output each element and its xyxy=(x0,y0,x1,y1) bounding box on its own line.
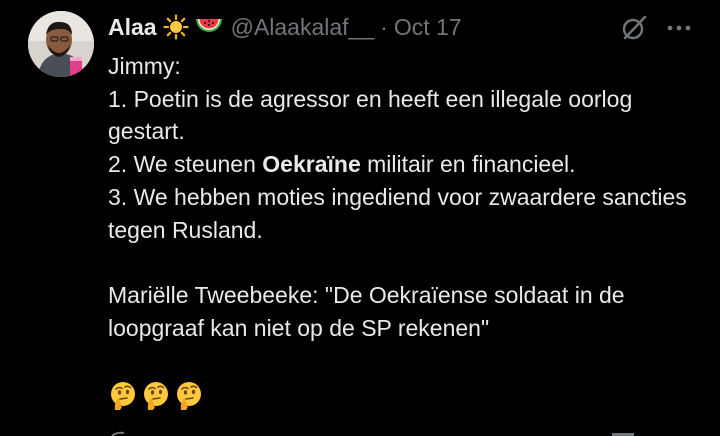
avatar-image xyxy=(28,11,94,77)
tweet-line: Jimmy: xyxy=(108,53,181,79)
author-handle[interactable]: @Alaakalaf__ xyxy=(231,14,375,41)
thinking-face-emoji xyxy=(111,382,135,410)
tweet-line: 2. We steunen Oekraïne militair en finan… xyxy=(108,151,576,178)
separator-dot: · xyxy=(380,13,388,40)
avatar[interactable] xyxy=(28,11,94,77)
reaction-emojis xyxy=(108,380,204,410)
tweet-date[interactable]: Oct 17 xyxy=(394,14,462,41)
thinking-face-emoji xyxy=(177,382,201,410)
tweet-header: Alaa @Alaakalaf__ · Oct 17 xyxy=(108,12,462,42)
watermelon-emoji xyxy=(195,15,223,39)
tweet-line: 1. Poetin is de agressor en heeft een il… xyxy=(108,85,633,145)
tweet[interactable]: Alaa @Alaakalaf__ · Oct 17 Jimmy: 1. Poe… xyxy=(0,0,720,436)
author-name[interactable]: Alaa xyxy=(108,14,157,41)
tweet-text: Jimmy: 1. Poetin is de agressor en heeft… xyxy=(108,50,698,344)
thinking-face-emoji xyxy=(144,382,168,410)
tweet-line: Mariëlle Tweebeeke: "De Oekraïense solda… xyxy=(108,281,625,341)
tweet-line: 3. We hebben moties ingediend voor zwaar… xyxy=(108,183,687,243)
more-icon[interactable] xyxy=(664,14,694,42)
grok-icon[interactable] xyxy=(619,13,649,43)
hashtag-bold: Oekraïne xyxy=(262,151,361,178)
action-bar-partial xyxy=(111,431,634,436)
sun-emoji xyxy=(162,14,189,40)
